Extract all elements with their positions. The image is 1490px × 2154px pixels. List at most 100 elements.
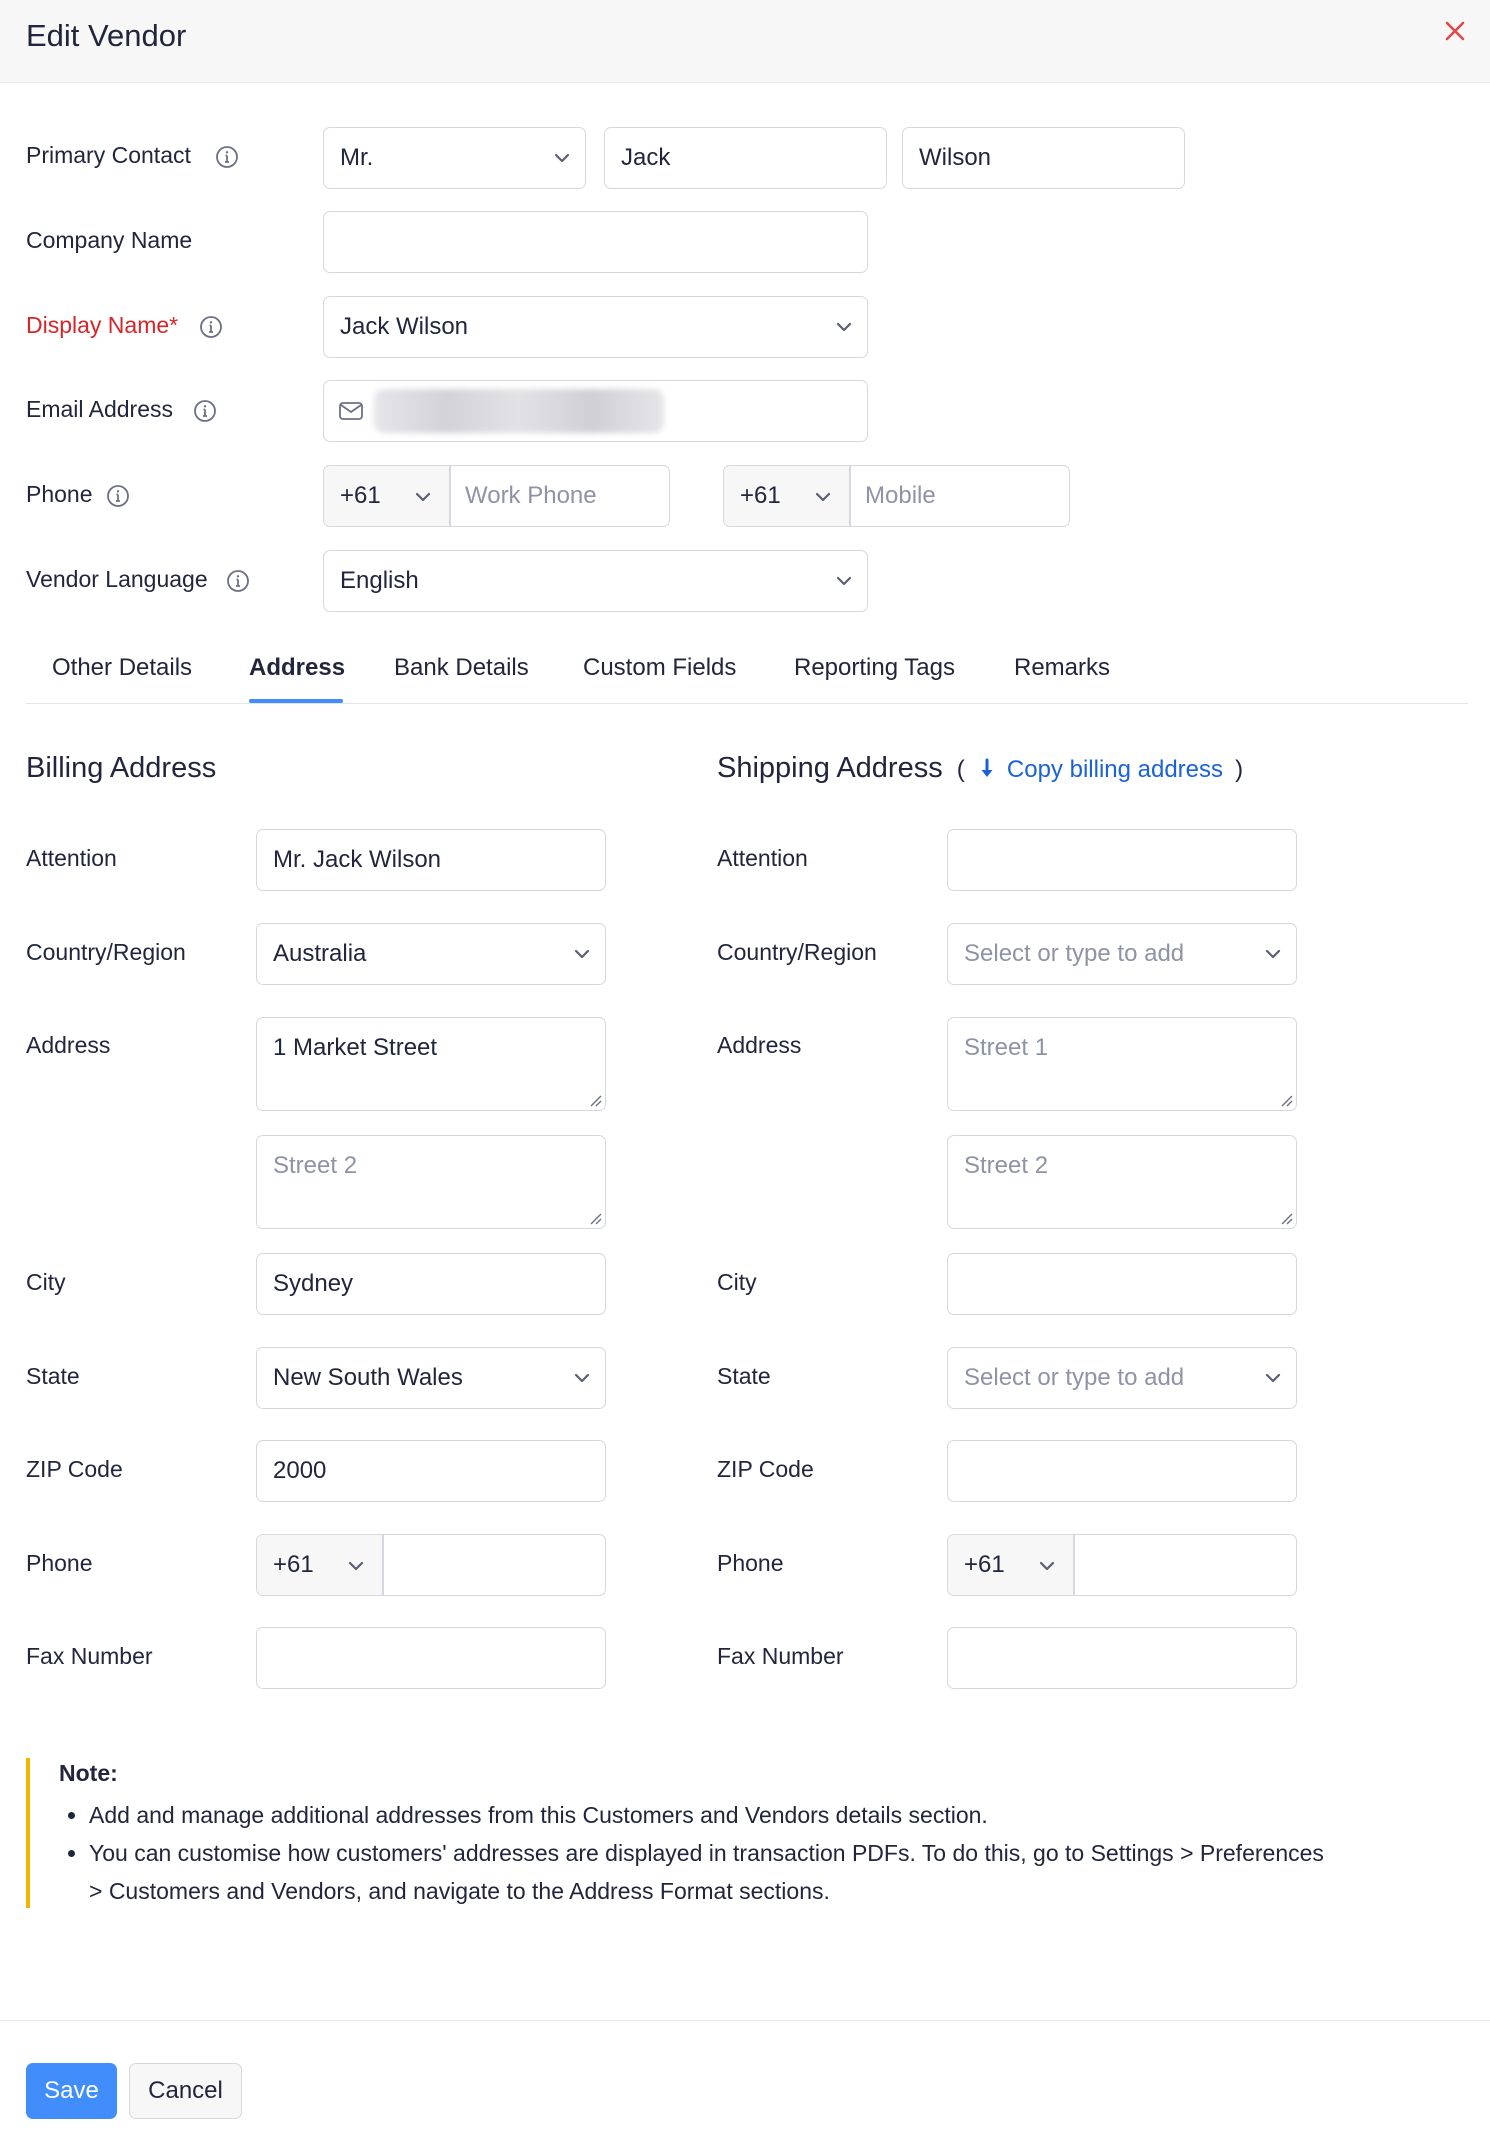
resize-handle-icon[interactable]	[1279, 1211, 1293, 1225]
note-list: Add and manage additional addresses from…	[89, 1796, 1329, 1910]
chevron-down-icon	[554, 153, 570, 163]
first-name-input[interactable]: Jack	[604, 127, 887, 189]
info-icon[interactable]	[106, 484, 130, 508]
info-icon[interactable]	[193, 399, 217, 423]
billing-phone-field[interactable]: +61	[256, 1534, 606, 1596]
work-phone-field[interactable]: +61 Work Phone	[323, 465, 670, 527]
shipping-city-label: City	[717, 1269, 757, 1295]
billing-street2-textarea[interactable]: Street 2	[256, 1135, 606, 1229]
chevron-down-icon	[574, 949, 590, 959]
shipping-country-placeholder: Select or type to add	[964, 940, 1185, 967]
address-note: Note: Add and manage additional addresse…	[26, 1758, 1326, 1908]
arrow-down-icon	[981, 758, 993, 777]
resize-handle-icon[interactable]	[1279, 1093, 1293, 1107]
last-name-value: Wilson	[919, 144, 992, 171]
company-name-input[interactable]	[323, 211, 868, 273]
shipping-address-title: Shipping Address	[717, 752, 943, 784]
shipping-street2-textarea[interactable]: Street 2	[947, 1135, 1297, 1229]
shipping-attention-label: Attention	[717, 845, 808, 871]
shipping-city-input[interactable]	[947, 1253, 1297, 1315]
shipping-address-title-row: Shipping Address ( Copy billing address …	[717, 752, 1243, 785]
chevron-down-icon	[415, 492, 431, 502]
last-name-input[interactable]: Wilson	[902, 127, 1185, 189]
display-name-value: Jack Wilson	[340, 313, 469, 340]
shipping-zip-input[interactable]	[947, 1440, 1297, 1502]
form-footer: Save Cancel	[0, 2020, 1490, 2154]
note-title: Note:	[59, 1760, 118, 1786]
shipping-street1-placeholder: Street 1	[964, 1034, 1049, 1061]
mail-icon	[339, 402, 363, 420]
shipping-state-select[interactable]: Select or type to add	[947, 1347, 1297, 1409]
tab-other-details[interactable]: Other Details	[52, 654, 192, 682]
work-phone-code: +61	[340, 482, 381, 509]
shipping-fax-input[interactable]	[947, 1627, 1297, 1689]
billing-state-label: State	[26, 1363, 80, 1389]
work-phone-input[interactable]: Work Phone	[465, 482, 597, 510]
billing-phone-code: +61	[273, 1551, 314, 1578]
billing-city-input[interactable]: Sydney	[256, 1253, 606, 1315]
display-name-select[interactable]: Jack Wilson	[323, 296, 868, 358]
active-tab-indicator	[249, 699, 343, 703]
salutation-select[interactable]: Mr.	[323, 127, 586, 189]
chevron-down-icon	[348, 1561, 364, 1571]
billing-country-label: Country/Region	[26, 939, 186, 965]
billing-attention-input[interactable]: Mr. Jack Wilson	[256, 829, 606, 891]
billing-phone-label: Phone	[26, 1550, 93, 1576]
resize-handle-icon[interactable]	[588, 1093, 602, 1107]
copy-billing-address-link[interactable]: Copy billing address	[1007, 756, 1223, 783]
billing-country-select[interactable]: Australia	[256, 923, 606, 985]
billing-street1-textarea[interactable]: 1 Market Street	[256, 1017, 606, 1111]
chevron-down-icon	[1265, 1373, 1281, 1383]
save-button[interactable]: Save	[26, 2063, 117, 2119]
phone-label: Phone	[26, 481, 93, 507]
mobile-phone-field[interactable]: +61 Mobile	[723, 465, 1070, 527]
tab-bank-details[interactable]: Bank Details	[394, 654, 529, 682]
info-icon[interactable]	[199, 315, 223, 339]
tab-reporting-tags[interactable]: Reporting Tags	[794, 654, 955, 682]
shipping-state-placeholder: Select or type to add	[964, 1364, 1185, 1391]
shipping-attention-input[interactable]	[947, 829, 1297, 891]
billing-street1-value: 1 Market Street	[273, 1034, 438, 1061]
shipping-address-label: Address	[717, 1032, 802, 1058]
billing-street2-placeholder: Street 2	[273, 1152, 358, 1179]
cancel-button[interactable]: Cancel	[129, 2063, 242, 2119]
vendor-language-value: English	[340, 567, 419, 594]
billing-city-value: Sydney	[273, 1270, 354, 1297]
tab-address[interactable]: Address	[249, 654, 345, 682]
email-label: Email Address	[26, 396, 174, 422]
shipping-country-select[interactable]: Select or type to add	[947, 923, 1297, 985]
vendor-language-select[interactable]: English	[323, 550, 868, 612]
chevron-down-icon	[1039, 1561, 1055, 1571]
company-name-label: Company Name	[26, 227, 193, 253]
billing-state-value: New South Wales	[273, 1364, 463, 1391]
tab-custom-fields[interactable]: Custom Fields	[583, 654, 736, 682]
shipping-phone-code: +61	[964, 1551, 1005, 1578]
billing-zip-input[interactable]: 2000	[256, 1440, 606, 1502]
resize-handle-icon[interactable]	[588, 1211, 602, 1225]
shipping-phone-label: Phone	[717, 1550, 784, 1576]
chevron-down-icon	[1265, 949, 1281, 959]
mobile-code: +61	[740, 482, 781, 509]
chevron-down-icon	[815, 492, 831, 502]
chevron-down-icon	[836, 322, 852, 332]
billing-fax-input[interactable]	[256, 1627, 606, 1689]
billing-state-select[interactable]: New South Wales	[256, 1347, 606, 1409]
shipping-street1-textarea[interactable]: Street 1	[947, 1017, 1297, 1111]
billing-zip-value: 2000	[273, 1457, 327, 1484]
shipping-phone-field[interactable]: +61	[947, 1534, 1297, 1596]
display-name-label: Display Name*	[26, 312, 179, 338]
billing-country-value: Australia	[273, 940, 367, 967]
divider	[382, 1535, 384, 1595]
info-icon[interactable]	[226, 569, 250, 593]
close-icon[interactable]	[1440, 16, 1470, 46]
page-title: Edit Vendor	[26, 18, 187, 53]
info-icon[interactable]	[215, 145, 239, 169]
billing-attention-value: Mr. Jack Wilson	[273, 846, 442, 873]
email-input[interactable]	[323, 380, 868, 442]
tab-remarks[interactable]: Remarks	[1014, 654, 1110, 682]
divider	[449, 466, 451, 526]
mobile-input[interactable]: Mobile	[865, 482, 936, 510]
modal-header: Edit Vendor	[0, 0, 1490, 83]
vendor-language-label: Vendor Language	[26, 566, 208, 592]
shipping-zip-label: ZIP Code	[717, 1456, 814, 1482]
